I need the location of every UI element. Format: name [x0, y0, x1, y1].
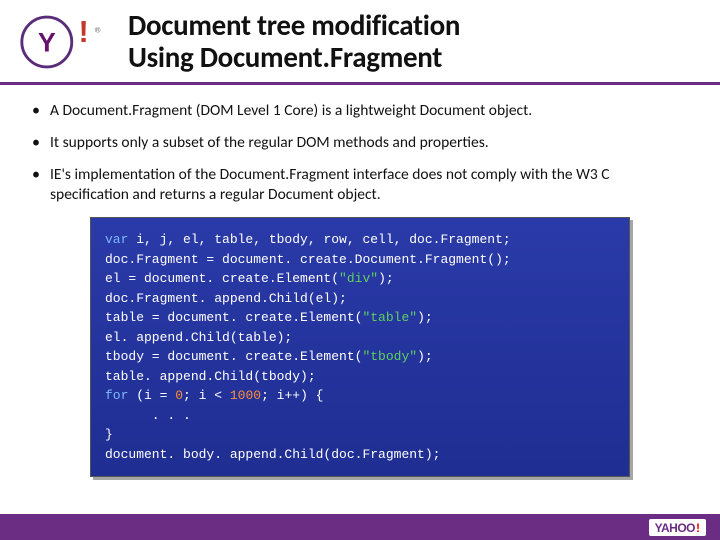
svg-text:Y: Y [38, 27, 56, 57]
slide-header: Y ! ® Document tree modification Using D… [0, 0, 720, 85]
code-sample: var i, j, el, table, tbody, row, cell, d… [90, 217, 630, 477]
slide-content: A Document.Fragment (DOM Level 1 Core) i… [0, 85, 720, 478]
svg-text:!: ! [78, 14, 88, 49]
slide-footer: YAHOO! [0, 514, 720, 540]
list-item: IE's implementation of the Document.Frag… [30, 165, 690, 205]
title-line-2: Using Document.Fragment [128, 42, 460, 74]
title-line-1: Document tree modification [128, 10, 460, 42]
bullet-list: A Document.Fragment (DOM Level 1 Core) i… [30, 101, 690, 206]
footer-yahoo-logo: YAHOO! [649, 519, 706, 536]
yahoo-logo: Y ! ® [18, 13, 114, 71]
footer-brand-text: YAHOO [655, 521, 695, 535]
slide-title: Document tree modification Using Documen… [128, 10, 460, 74]
list-item: It supports only a subset of the regular… [30, 133, 690, 153]
list-item: A Document.Fragment (DOM Level 1 Core) i… [30, 101, 690, 121]
exclaim-icon: ! [696, 521, 700, 535]
svg-text:®: ® [95, 25, 101, 34]
